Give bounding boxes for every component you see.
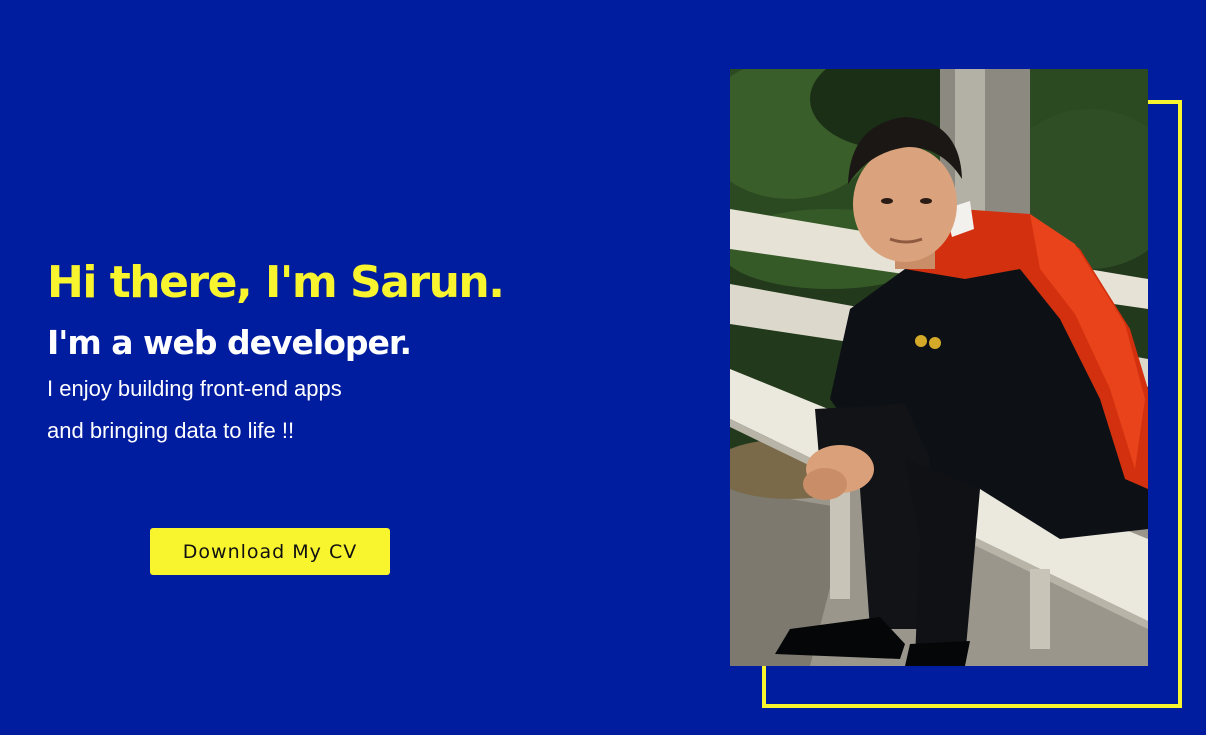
hero-role: I'm a web developer. <box>47 323 412 362</box>
tagline-line-1: I enjoy building front-end apps <box>47 376 342 401</box>
hero-tagline: I enjoy building front-end apps and brin… <box>47 368 607 452</box>
profile-photo <box>730 69 1148 666</box>
tagline-line-2: and bringing data to life !! <box>47 418 295 443</box>
hero-text: Hi there, I'm Sarun. I'm a web developer… <box>47 252 607 452</box>
hero-greeting: Hi there, I'm Sarun. <box>47 257 505 308</box>
download-cv-button[interactable]: Download My CV <box>150 528 390 575</box>
